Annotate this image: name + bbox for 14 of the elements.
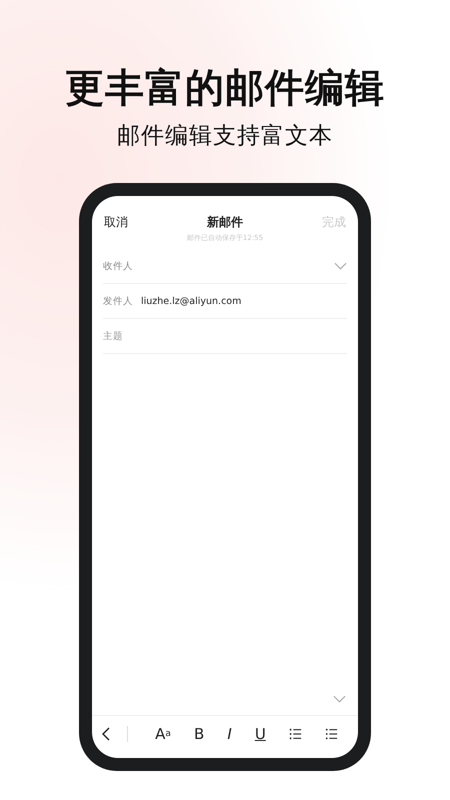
subheadline: 邮件编辑支持富文本 — [117, 122, 333, 150]
format-button[interactable]: B — [194, 725, 204, 743]
bulleted-list-icon[interactable] — [324, 727, 338, 741]
numbered-list-icon[interactable] — [288, 727, 302, 741]
compose-title: 新邮件 — [207, 214, 243, 231]
cancel-button[interactable]: 取消 — [104, 214, 128, 231]
headline: 更丰富的邮件编辑 — [65, 66, 385, 112]
field-label: 发件人 — [103, 294, 133, 308]
back-icon[interactable] — [102, 727, 110, 741]
recipient-field[interactable]: 收件人 — [103, 249, 347, 284]
format-button[interactable]: U — [254, 725, 266, 743]
field-label: 收件人 — [103, 260, 133, 272]
format-button[interactable]: I — [227, 725, 232, 743]
sender-address: liuzhe.lz@aliyun.com — [141, 296, 242, 306]
